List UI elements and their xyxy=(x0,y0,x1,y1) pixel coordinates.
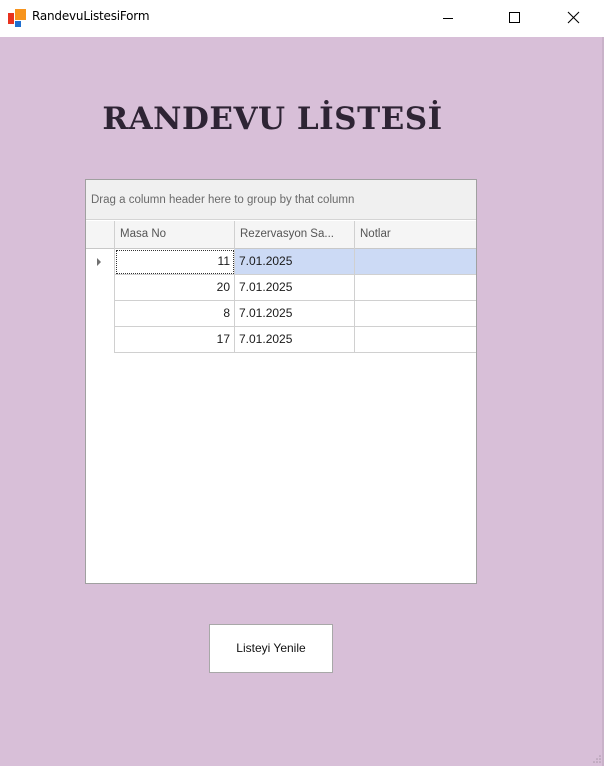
maximize-button[interactable] xyxy=(491,0,537,37)
window-title: RandevuListesiForm xyxy=(32,9,150,23)
maximize-icon xyxy=(509,12,520,23)
cell-notlar[interactable] xyxy=(355,301,476,327)
cell-rezervasyon[interactable]: 7.01.2025 xyxy=(235,301,355,327)
column-header-notlar[interactable]: Notlar xyxy=(355,221,476,249)
column-header-rezervasyon[interactable]: Rezervasyon Sa... xyxy=(235,221,355,249)
minimize-button[interactable] xyxy=(425,0,471,37)
cell-rezervasyon[interactable]: 7.01.2025 xyxy=(235,249,355,275)
app-window: RandevuListesiForm RANDEVU LİSTESİ Drag … xyxy=(0,0,604,766)
row-indicator xyxy=(86,327,115,353)
title-bar[interactable]: RandevuListesiForm xyxy=(0,0,604,37)
cell-notlar[interactable] xyxy=(355,249,476,275)
app-icon xyxy=(8,9,26,27)
table-row[interactable]: 11 7.01.2025 xyxy=(86,249,476,275)
current-row-arrow-icon xyxy=(97,258,101,266)
table-row[interactable]: 8 7.01.2025 xyxy=(86,301,476,327)
row-indicator-header xyxy=(86,221,115,249)
row-indicator xyxy=(86,249,115,275)
appointments-grid[interactable]: Drag a column header here to group by th… xyxy=(85,179,477,584)
cell-masa-no[interactable]: 20 xyxy=(115,275,235,301)
cell-notlar[interactable] xyxy=(355,327,476,353)
row-indicator xyxy=(86,301,115,327)
cell-masa-no[interactable]: 11 xyxy=(115,249,235,275)
resize-grip-icon[interactable] xyxy=(592,754,602,764)
cell-notlar[interactable] xyxy=(355,275,476,301)
table-row[interactable]: 20 7.01.2025 xyxy=(86,275,476,301)
page-title: RANDEVU LİSTESİ xyxy=(102,101,443,137)
group-by-hint: Drag a column header here to group by th… xyxy=(91,194,355,206)
refresh-list-button[interactable]: Listeyi Yenile xyxy=(209,624,333,673)
close-icon xyxy=(567,11,580,24)
cell-masa-no[interactable]: 17 xyxy=(115,327,235,353)
close-button[interactable] xyxy=(550,0,596,37)
cell-rezervasyon[interactable]: 7.01.2025 xyxy=(235,275,355,301)
cell-masa-no[interactable]: 8 xyxy=(115,301,235,327)
row-indicator xyxy=(86,275,115,301)
column-header-masa-no[interactable]: Masa No xyxy=(115,221,235,249)
grid-header-row: Masa No Rezervasyon Sa... Notlar xyxy=(86,221,476,249)
minimize-icon xyxy=(443,18,453,19)
group-by-panel[interactable]: Drag a column header here to group by th… xyxy=(86,180,476,220)
table-row[interactable]: 17 7.01.2025 xyxy=(86,327,476,353)
cell-rezervasyon[interactable]: 7.01.2025 xyxy=(235,327,355,353)
